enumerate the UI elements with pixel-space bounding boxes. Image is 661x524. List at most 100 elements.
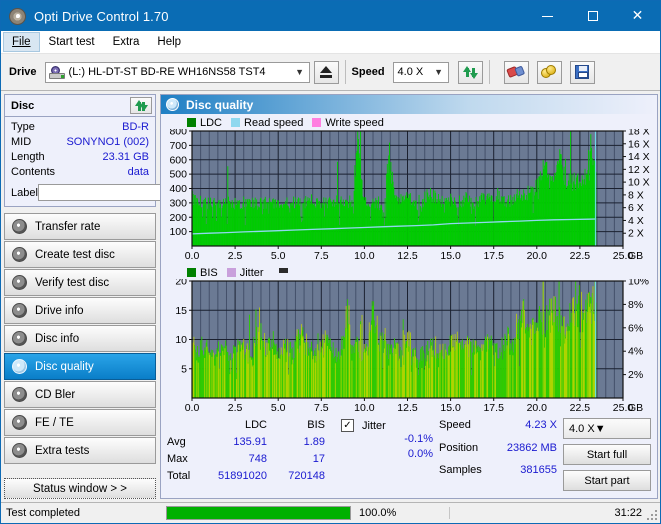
start-full-button[interactable]: Start full xyxy=(563,444,651,465)
legend-swatch-jitter xyxy=(226,268,236,277)
sidebar-item-cd-bler[interactable]: CD Bler xyxy=(4,381,156,408)
menu-start-test-label: Start test xyxy=(48,36,95,48)
menu-help[interactable]: Help xyxy=(148,32,190,52)
nav-list: Transfer rate Create test disc Verify te… xyxy=(4,213,158,464)
y-tick-label: 500 xyxy=(169,169,187,181)
sidebar-item-label: FE / TE xyxy=(35,416,74,429)
window-controls: ✕ xyxy=(525,1,660,31)
legend-swatch-ldc xyxy=(187,118,196,127)
refresh-button[interactable] xyxy=(457,60,483,84)
y-tick-label: 5 xyxy=(181,363,187,375)
x-tick-label: 0.0 xyxy=(185,250,200,262)
app-window: Opti Drive Control 1.70 ✕ File Start tes… xyxy=(0,0,661,524)
y2-tick-label: 18 X xyxy=(628,129,650,138)
stats-row-label-avg: Avg xyxy=(167,436,186,448)
title-bar: Opti Drive Control 1.70 ✕ xyxy=(1,1,660,31)
speed-select-value: 4.0 X xyxy=(397,66,424,78)
sidebar-item-verify-test-disc[interactable]: Verify test disc xyxy=(4,269,156,296)
x-tick-label: 5.0 xyxy=(271,402,286,414)
stats-row-label-total: Total xyxy=(167,470,191,482)
legend-label-read-speed: Read speed xyxy=(244,116,304,129)
disc-icon xyxy=(12,275,27,290)
resize-grip[interactable] xyxy=(647,510,657,520)
sidebar-item-create-test-disc[interactable]: Create test disc xyxy=(4,241,156,268)
disc-label-key: Label xyxy=(11,186,38,199)
stats-row-label-max: Max xyxy=(167,453,188,465)
sidebar-item-label: Disc info xyxy=(35,332,80,345)
sidebar-item-transfer-rate[interactable]: Transfer rate xyxy=(4,213,156,240)
disc-info-panel: Disc Type BD-R MID SONYNO1 (002) Length … xyxy=(4,94,206,207)
x-tick-label: 10.0 xyxy=(354,250,375,262)
eraser-icon xyxy=(505,63,527,81)
disc-icon xyxy=(12,303,27,318)
legend-label-bis: BIS xyxy=(200,266,218,279)
disc-length-key: Length xyxy=(11,151,45,163)
menu-file[interactable]: File xyxy=(3,32,40,52)
x-tick-label: 17.5 xyxy=(483,402,504,414)
progress-bar xyxy=(166,506,351,520)
disc-panel-title: Disc xyxy=(11,99,35,112)
coins-button[interactable] xyxy=(536,60,562,84)
sidebar-item-disc-info[interactable]: Disc info xyxy=(4,325,156,352)
toolbar: Drive (L:) HL-DT-ST BD-RE WH16NS58 TST4 … xyxy=(1,54,660,91)
sidebar-item-drive-info[interactable]: Drive info xyxy=(4,297,156,324)
y2-tick-label: 10% xyxy=(628,279,649,288)
start-part-label: Start part xyxy=(584,474,630,487)
y2-tick-label: 14 X xyxy=(628,151,650,163)
jitter-checkbox[interactable]: ✓ xyxy=(341,419,354,432)
sidebar-item-fe-te[interactable]: FE / TE xyxy=(4,409,156,436)
close-button[interactable]: ✕ xyxy=(615,1,660,31)
speed-info-key: Speed xyxy=(439,419,471,431)
x-tick-label: 2.5 xyxy=(228,250,243,262)
y2-tick-label: 8 X xyxy=(628,189,644,201)
disc-refresh-button[interactable] xyxy=(130,97,152,114)
y-tick-label: 600 xyxy=(169,154,187,166)
x-tick-label: 15.0 xyxy=(440,250,461,262)
sidebar-item-label: Create test disc xyxy=(35,248,115,261)
y-tick-label: 400 xyxy=(169,183,187,195)
start-part-button[interactable]: Start part xyxy=(563,470,651,491)
minimize-button[interactable] xyxy=(525,1,570,31)
disc-type-key: Type xyxy=(11,121,35,133)
disc-info-rows: Type BD-R MID SONYNO1 (002) Length 23.31… xyxy=(5,117,206,206)
sidebar-item-label: CD Bler xyxy=(35,388,76,401)
stats-max-ldc: 748 xyxy=(248,453,267,465)
sidebar: Disc Type BD-R MID SONYNO1 (002) Length … xyxy=(1,91,206,499)
chevron-down-icon: ▼ xyxy=(295,67,304,77)
eject-button[interactable] xyxy=(313,60,339,84)
close-icon: ✕ xyxy=(631,8,644,24)
menu-file-label: File xyxy=(12,36,31,48)
test-speed-value: 4.0 X xyxy=(569,422,595,435)
sidebar-item-label: Drive info xyxy=(35,304,84,317)
menu-start-test[interactable]: Start test xyxy=(40,32,104,52)
drive-label: Drive xyxy=(9,66,37,78)
drive-select[interactable]: (L:) HL-DT-ST BD-RE WH16NS58 TST4 ▼ xyxy=(44,61,310,83)
y2-tick-label: 12 X xyxy=(628,164,650,176)
sidebar-item-disc-quality[interactable]: Disc quality xyxy=(4,353,156,380)
x-tick-label: 2.5 xyxy=(228,402,243,414)
test-controls: 4.0 X ▼ Start full Start part xyxy=(563,418,651,496)
stats-total-bis: 720148 xyxy=(288,470,325,482)
sidebar-item-extra-tests[interactable]: Extra tests xyxy=(4,437,156,464)
x-tick-label: 15.0 xyxy=(440,402,461,414)
y-tick-label: 700 xyxy=(169,140,187,152)
x-tick-label: 7.5 xyxy=(314,402,329,414)
y2-tick-label: 4 X xyxy=(628,215,644,227)
progress-percent: 100.0% xyxy=(359,507,397,519)
bis-jitter-chart[interactable]: 5 10 15 20 2% 4% 6% 8% 10% 0.0 2.5 5.0 7.5 10.0 12.5 15… xyxy=(161,276,657,415)
x-axis-unit-label: GB xyxy=(628,402,643,414)
y2-tick-label: 6 X xyxy=(628,202,644,214)
ldc-chart[interactable]: 100 200 300 400 500 600 700 800 2 X4 X6 X8 X 10 X… xyxy=(161,126,657,263)
test-speed-select[interactable]: 4.0 X ▼ xyxy=(563,418,651,439)
maximize-button[interactable] xyxy=(570,1,615,31)
save-button[interactable] xyxy=(569,60,595,84)
stats-avg-ldc: 135.91 xyxy=(233,436,267,448)
erase-button[interactable] xyxy=(503,60,529,84)
speed-select[interactable]: 4.0 X ▼ xyxy=(392,61,449,83)
status-window-button[interactable]: Status window > > xyxy=(4,478,156,499)
x-tick-label: 22.5 xyxy=(570,402,591,414)
disc-row-length: Length 23.31 GB xyxy=(11,150,149,165)
menu-extra[interactable]: Extra xyxy=(104,32,149,52)
minimize-icon xyxy=(542,15,553,17)
chart2-svg: 5 10 15 20 2% 4% 6% 8% 10% 0.0 2.5 5.0 7.5 10.0 12.5 15… xyxy=(175,276,649,415)
